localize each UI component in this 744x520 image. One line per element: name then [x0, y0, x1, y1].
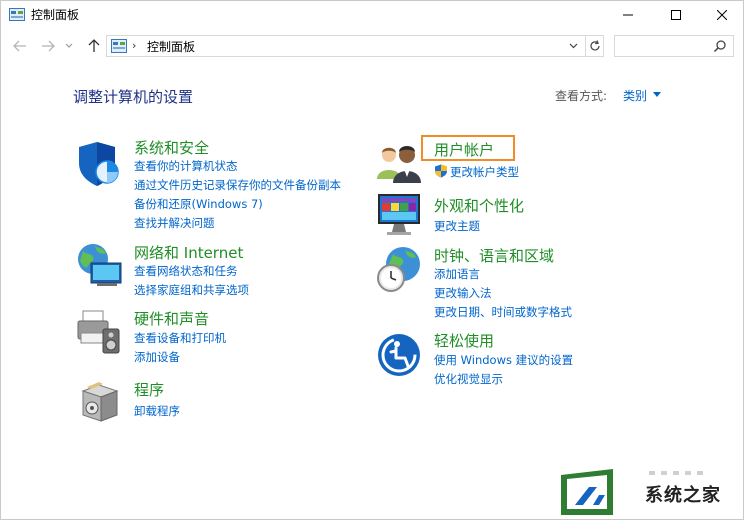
watermark-text: 系统之家 — [645, 485, 721, 506]
up-button[interactable] — [85, 37, 103, 55]
arrow-up-icon — [88, 39, 100, 52]
back-button[interactable] — [11, 37, 29, 55]
search-input[interactable] — [614, 35, 734, 57]
title-bar[interactable]: 控制面板 — [1, 1, 743, 29]
category-title-appearance[interactable]: 外观和个性化 — [434, 195, 524, 216]
navigation-bar: › 控制面板 — [1, 31, 743, 61]
breadcrumb-separator[interactable]: › — [132, 39, 136, 52]
view-by-label: 查看方式: — [555, 89, 608, 103]
caret-down-icon[interactable] — [653, 92, 661, 97]
close-icon — [717, 10, 727, 20]
link-change-input-method[interactable]: 更改输入法 — [434, 285, 492, 301]
control-panel-icon — [9, 8, 25, 21]
link-homegroup-sharing[interactable]: 选择家庭组和共享选项 — [134, 282, 249, 298]
link-add-device[interactable]: 添加设备 — [134, 349, 180, 365]
category-title-user-accounts[interactable]: 用户帐户 — [434, 139, 494, 160]
arrow-left-icon — [13, 40, 26, 52]
window-title: 控制面板 — [31, 8, 80, 22]
appearance-monitor-icon[interactable] — [375, 191, 425, 241]
link-change-theme[interactable]: 更改主题 — [434, 218, 480, 234]
forward-button[interactable] — [39, 37, 57, 55]
link-uninstall-program[interactable]: 卸载程序 — [134, 403, 180, 419]
uac-shield-icon — [435, 164, 447, 178]
minimize-button[interactable] — [605, 1, 651, 29]
chevron-down-icon — [65, 43, 73, 48]
maximize-icon — [671, 10, 681, 20]
link-devices-printers[interactable]: 查看设备和打印机 — [134, 330, 226, 346]
category-title-ease-of-access[interactable]: 轻松使用 — [434, 330, 494, 351]
address-history-button[interactable] — [565, 38, 581, 54]
control-panel-icon — [111, 39, 127, 53]
link-file-history-backup[interactable]: 通过文件历史记录保存你的文件备份副本 — [134, 177, 341, 193]
ease-of-access-icon[interactable] — [375, 331, 425, 381]
minimize-icon — [623, 14, 633, 16]
link-change-account-type[interactable]: 更改帐户类型 — [450, 164, 519, 180]
close-button[interactable] — [699, 1, 743, 29]
recent-locations-button[interactable] — [63, 37, 75, 55]
link-optimize-visual-display[interactable]: 优化视觉显示 — [434, 371, 503, 387]
category-title-programs[interactable]: 程序 — [134, 379, 164, 400]
programs-box-icon[interactable] — [77, 377, 127, 427]
category-title-hardware-sound[interactable]: 硬件和声音 — [134, 308, 209, 329]
search-icon — [713, 40, 726, 53]
category-title-clock-language-region[interactable]: 时钟、语言和区域 — [434, 245, 554, 266]
category-title-system-security[interactable]: 系统和安全 — [134, 137, 209, 158]
printer-icon[interactable] — [75, 307, 125, 357]
link-add-language[interactable]: 添加语言 — [434, 266, 480, 282]
link-backup-restore[interactable]: 备份和还原(Windows 7) — [134, 196, 263, 212]
network-globe-icon[interactable] — [75, 241, 125, 291]
view-by-dropdown[interactable]: 类别 — [623, 87, 647, 104]
page-title: 调整计算机的设置 — [73, 88, 194, 106]
user-accounts-icon[interactable] — [375, 139, 425, 189]
chevron-down-icon — [569, 43, 577, 49]
refresh-icon — [590, 40, 600, 51]
control-panel-window: 控制面板 › 控制面板 调整计算机的设置 查看方式: 类别 系统和安全 查看你的… — [0, 0, 744, 520]
breadcrumb-control-panel[interactable]: 控制面板 — [147, 38, 195, 55]
security-shield-icon[interactable] — [75, 139, 125, 189]
link-windows-recommended-settings[interactable]: 使用 Windows 建议的设置 — [434, 352, 573, 368]
maximize-button[interactable] — [653, 1, 699, 29]
category-title-network-internet[interactable]: 网络和 Internet — [134, 242, 243, 263]
refresh-button[interactable] — [585, 36, 604, 56]
clock-globe-icon[interactable] — [375, 244, 425, 294]
address-bar[interactable]: › 控制面板 — [106, 35, 604, 57]
link-troubleshoot[interactable]: 查找并解决问题 — [134, 215, 215, 231]
link-change-date-time-format[interactable]: 更改日期、时间或数字格式 — [434, 304, 572, 320]
link-view-computer-status[interactable]: 查看你的计算机状态 — [134, 158, 238, 174]
link-network-status-tasks[interactable]: 查看网络状态和任务 — [134, 263, 238, 279]
arrow-right-icon — [42, 40, 55, 52]
